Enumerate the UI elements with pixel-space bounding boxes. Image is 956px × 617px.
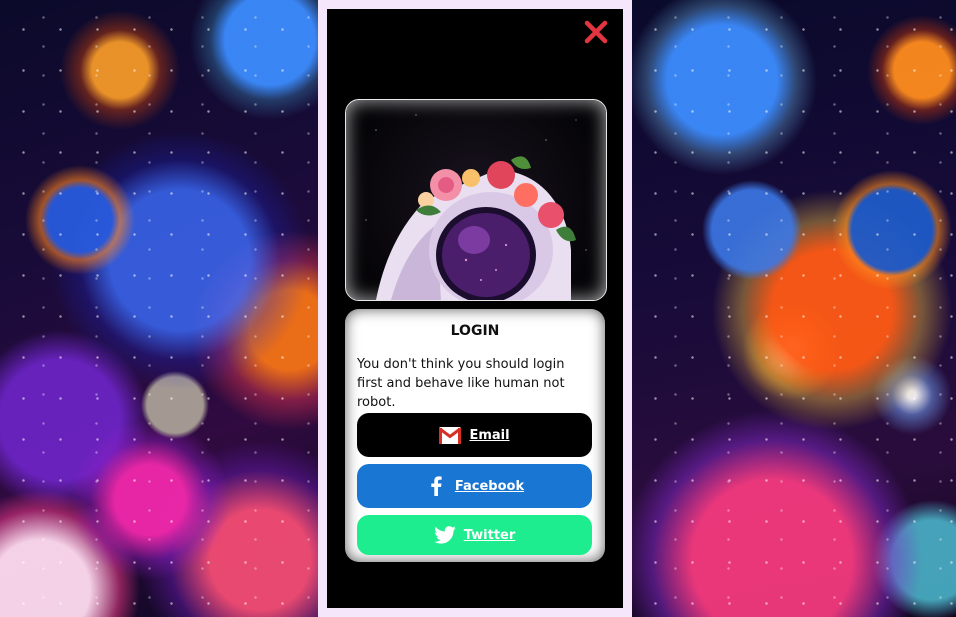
facebook-icon (425, 475, 447, 497)
email-login-button[interactable]: Email (357, 413, 592, 457)
login-message: You don't think you should login first a… (357, 357, 565, 410)
email-label: Email (469, 427, 510, 443)
login-title: LOGIN (450, 323, 500, 339)
login-card: LOGIN You don't think you should login f… (345, 309, 605, 562)
twitter-login-button[interactable]: Twitter (357, 515, 592, 555)
stars-overlay (0, 0, 318, 617)
twitter-icon (433, 524, 456, 546)
space-background-right (632, 0, 956, 617)
modal-frame: LOGIN You don't think you should login f… (318, 0, 632, 617)
facebook-login-button[interactable]: Facebook (357, 464, 592, 508)
close-x-icon (584, 20, 608, 44)
gmail-icon (439, 424, 462, 446)
twitter-label: Twitter (463, 527, 516, 543)
stars-overlay (632, 0, 956, 617)
astronaut-image (345, 99, 607, 301)
space-background-left (0, 0, 318, 617)
close-button[interactable] (583, 19, 609, 45)
facebook-label: Facebook (454, 478, 525, 494)
login-modal: LOGIN You don't think you should login f… (327, 9, 623, 608)
